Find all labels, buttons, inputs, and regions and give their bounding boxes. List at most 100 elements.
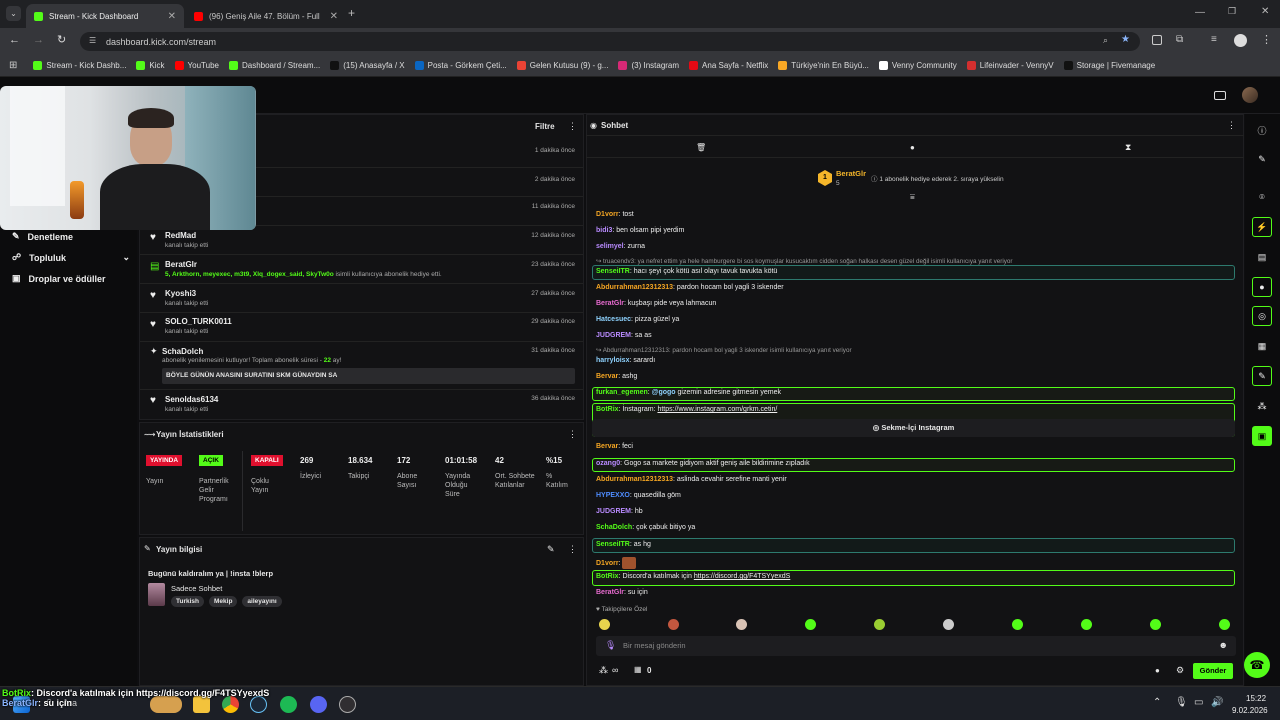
instagram-tab-button[interactable]: ◎ Sekme-İçi Instagram — [592, 419, 1235, 437]
chat-link[interactable]: https://discord.gg/F4TSYyexdS — [694, 573, 791, 580]
back-icon[interactable]: ← — [9, 34, 20, 46]
forward-icon[interactable]: → — [33, 34, 44, 46]
tag[interactable]: aileyayını — [242, 596, 282, 607]
chat-username[interactable]: BotRix — [596, 573, 619, 580]
emote-icon[interactable] — [668, 619, 679, 630]
puzzle-icon[interactable]: ⧉ — [1176, 34, 1183, 45]
chat-username[interactable]: BotRix — [596, 406, 619, 413]
bookmark-star-icon[interactable]: ★ — [1121, 34, 1130, 45]
chat-bubble-settings-icon[interactable]: ● — [1155, 666, 1160, 675]
trash-icon[interactable]: 🗑 — [696, 143, 706, 152]
edit-icon[interactable]: ✎ — [1252, 149, 1272, 169]
broadcast-icon[interactable]: ◎ — [1252, 306, 1272, 326]
chat-username[interactable]: BeratGlr — [596, 589, 624, 596]
obs-icon[interactable] — [339, 696, 356, 713]
chat-username[interactable]: JUDGREM — [596, 508, 631, 515]
bookmark-item[interactable]: Dashboard / Stream... — [228, 61, 320, 70]
chat-username[interactable]: furkan_egemen — [596, 389, 648, 396]
studio-icon[interactable] — [1214, 91, 1226, 100]
emoji-icon[interactable]: ☻ — [1219, 640, 1228, 650]
chat-username[interactable]: harryloisx — [596, 357, 629, 364]
hourglass-icon[interactable]: ⧗ — [1125, 142, 1131, 153]
chat-username[interactable]: Bervar — [596, 443, 618, 450]
discord-icon[interactable] — [310, 696, 327, 713]
mic-tray-icon[interactable]: 🎙 — [1175, 697, 1188, 708]
emote-icon[interactable] — [874, 619, 885, 630]
network-tray-icon[interactable]: ▭ — [1194, 697, 1203, 708]
bookmark-item[interactable]: Storage | Fivemanage — [1063, 61, 1155, 70]
chat-mode-icon[interactable]: ● — [910, 143, 915, 152]
chat-link[interactable]: https://www.instagram.com/grkm.cetin/ — [657, 406, 777, 413]
tab-search-button[interactable]: ⌄ — [6, 6, 21, 21]
tag[interactable]: Mekip — [209, 596, 238, 607]
chat-username[interactable]: SchaDolch — [596, 524, 632, 531]
spotify-icon[interactable] — [280, 696, 297, 713]
close-tab-icon[interactable]: ✕ — [168, 11, 176, 22]
chat-username[interactable]: JUDGREM — [596, 332, 631, 339]
stats-menu-icon[interactable]: ⋮ — [568, 429, 577, 440]
bookmark-item[interactable]: Lifeinvader - VennyV — [966, 61, 1054, 70]
profile-avatar-icon[interactable] — [1234, 34, 1247, 47]
close-window-icon[interactable]: ✕ — [1261, 6, 1269, 17]
filter-button[interactable]: Filtre — [535, 122, 555, 131]
event-username[interactable]: SchaDolch — [162, 347, 203, 356]
activity-menu-icon[interactable]: ⋮ — [568, 121, 577, 132]
chat-username[interactable]: D1vorr — [596, 211, 619, 218]
chat-username[interactable]: SenseiITR — [596, 268, 630, 275]
support-chat-button[interactable]: ☎ — [1244, 652, 1270, 678]
microphone-icon[interactable]: 🎙 — [605, 640, 616, 651]
emote-icon[interactable] — [599, 619, 610, 630]
chat-username[interactable]: SenseiITR — [596, 541, 630, 548]
category-name[interactable]: Sadece Sohbet — [171, 584, 222, 593]
camera-icon[interactable]: ⌾ — [1252, 187, 1272, 207]
botrix-app-icon[interactable]: ▣ — [1252, 426, 1272, 446]
emote-icon[interactable] — [805, 619, 816, 630]
site-info-icon[interactable]: ☰ — [89, 36, 96, 45]
store-icon[interactable]: ▦ — [634, 665, 642, 674]
chat-input[interactable]: 🎙 Bir mesaj gönderin ☻ — [596, 636, 1236, 656]
bookmark-item[interactable]: Ana Sayfa - Netflix — [689, 61, 768, 70]
chat-username[interactable]: D1vorr — [596, 560, 619, 567]
reading-list-icon[interactable]: ≡ — [1211, 34, 1217, 45]
bookmark-item[interactable]: Posta - Görkem Çeti... — [414, 61, 507, 70]
maximize-icon[interactable]: ❐ — [1228, 6, 1236, 17]
bookmark-item[interactable]: Venny Community — [878, 61, 957, 70]
chat-username[interactable]: BeratGlr — [596, 300, 624, 307]
chat-mention[interactable]: @gogo — [652, 389, 676, 396]
tab-kick-dashboard[interactable]: Stream - Kick Dashboard ✕ — [26, 4, 184, 28]
network-icon[interactable]: ⁂ — [1252, 396, 1272, 416]
volume-icon[interactable]: 🔊 — [1211, 697, 1223, 708]
tag[interactable]: Turkish — [171, 596, 204, 607]
event-username[interactable]: Kyoshi3 — [165, 289, 196, 298]
bookmark-item[interactable]: YouTube — [174, 61, 219, 70]
pinned-user[interactable]: BeratGlr — [836, 169, 866, 178]
reload-icon[interactable]: ↻ — [57, 33, 66, 46]
nav-moderation[interactable]: ✎ Denetleme — [12, 231, 73, 242]
event-username[interactable]: RedMad — [165, 231, 196, 240]
clipboard-icon[interactable]: ▤ — [1252, 247, 1272, 267]
lightning-icon[interactable]: ⚡ — [1252, 217, 1272, 237]
edit-info-icon[interactable]: ✎ — [547, 544, 555, 555]
chat-username[interactable]: Abdurrahman12312313 — [596, 284, 673, 291]
chat-username[interactable]: Abdurrahman12312313 — [596, 476, 673, 483]
tab-youtube[interactable]: (96) Geniş Aile 47. Bölüm - Full ✕ — [186, 4, 346, 28]
emote-icon[interactable] — [736, 619, 747, 630]
chat-tool-icon[interactable]: ● — [1252, 277, 1272, 297]
share-icon[interactable]: ⁂ — [599, 665, 608, 676]
extension-icon[interactable] — [1152, 35, 1162, 45]
collapse-icon[interactable]: ⩸ — [910, 192, 915, 202]
url-field[interactable]: ☰ dashboard.kick.com/stream ⌕ ★ — [80, 32, 1140, 51]
clock-date[interactable]: 9.02.2026 — [1232, 706, 1268, 715]
zoom-icon[interactable]: ⌕ — [1103, 35, 1108, 46]
user-avatar[interactable] — [1242, 87, 1258, 103]
event-username[interactable]: BeratGlr — [165, 260, 197, 269]
nav-drops[interactable]: ▣ Droplar ve ödüller — [12, 273, 106, 284]
event-username[interactable]: Senoldas6134 — [165, 395, 218, 404]
store-tool-icon[interactable]: ▦ — [1252, 336, 1272, 356]
close-tab-icon[interactable]: ✕ — [330, 11, 338, 22]
event-username[interactable]: SOLO_TURK0011 — [165, 317, 232, 326]
tray-chevron-icon[interactable]: ⌃ — [1153, 697, 1161, 708]
emote-icon[interactable] — [1081, 619, 1092, 630]
send-button[interactable]: Gönder — [1193, 663, 1233, 679]
bookmark-item[interactable]: (15) Anasayfa / X — [330, 61, 405, 70]
